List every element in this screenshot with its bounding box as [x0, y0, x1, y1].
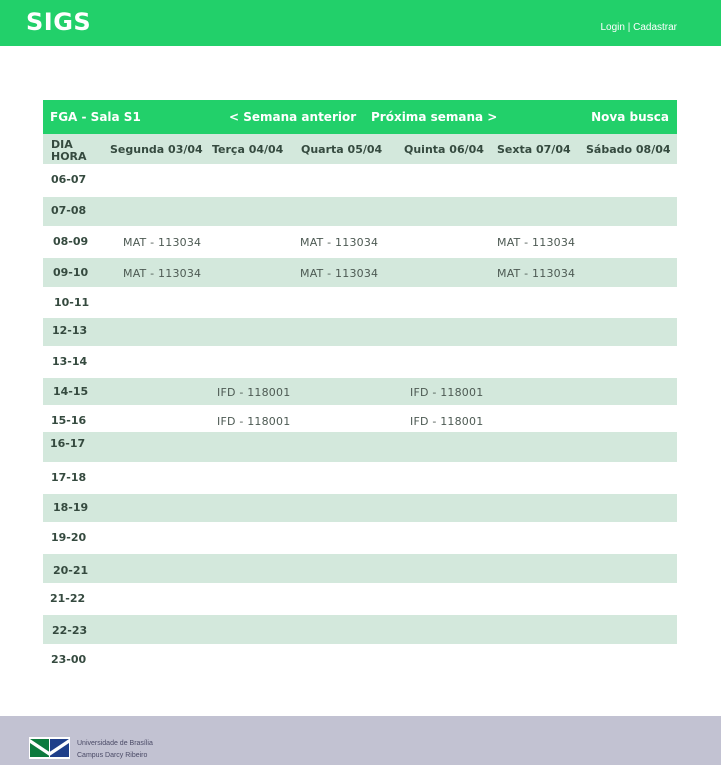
top-bar: SIGS Login | Cadastrar — [0, 0, 721, 46]
schedule-row: 22-23 — [43, 615, 677, 644]
hour-label: 09-10 — [53, 266, 89, 279]
schedule-header: FGA - Sala S1 < Semana anterior Próxima … — [43, 100, 677, 134]
auth-separator: | — [627, 22, 631, 33]
register-link[interactable]: Cadastrar — [633, 22, 677, 33]
hour-label: 19-20 — [51, 531, 87, 544]
hour-label: 18-19 — [53, 501, 89, 514]
class-cell[interactable]: MAT - 113034 — [497, 236, 575, 249]
day-header: Sexta 07/04 — [497, 143, 571, 156]
day-header: Sábado 08/04 — [586, 143, 671, 156]
day-header: Quarta 05/04 — [301, 143, 383, 156]
class-cell[interactable]: MAT - 113034 — [123, 267, 201, 280]
hour-label: 17-18 — [51, 471, 87, 484]
footer: Universidade de Brasília Campus Darcy Ri… — [0, 716, 721, 765]
hour-label: 23-00 — [51, 653, 87, 666]
hour-label: 12-13 — [52, 324, 88, 337]
schedule-row: 12-13 — [43, 318, 677, 346]
schedule-row: 16-17 — [43, 432, 677, 462]
schedule-row: 08-09 MAT - 113034 MAT - 113034 MAT - 11303… — [43, 226, 677, 258]
hour-label: 07-08 — [51, 204, 87, 217]
class-cell[interactable]: MAT - 113034 — [497, 267, 575, 280]
schedule-row: 20-21 — [43, 554, 677, 583]
hour-label: 08-09 — [53, 235, 89, 248]
new-search-link[interactable]: Nova busca — [591, 110, 669, 124]
previous-week-link[interactable]: < Semana anterior — [229, 110, 356, 124]
class-cell[interactable]: IFD - 118001 — [410, 415, 483, 428]
schedule-row: 19-20 — [43, 522, 677, 554]
schedule-row: 13-14 — [43, 346, 677, 378]
hour-label: 06-07 — [51, 173, 87, 186]
campus-line: Campus Darcy Ribeiro — [77, 752, 148, 759]
university-line: Universidade de Brasília — [77, 740, 153, 747]
next-week-link[interactable]: Próxima semana > — [371, 110, 497, 124]
schedule-row: 17-18 — [43, 462, 677, 494]
login-link[interactable]: Login — [600, 22, 624, 33]
schedule-row: 06-07 — [43, 164, 677, 197]
day-header: Terça 04/04 — [212, 143, 284, 156]
schedule-row: 18-19 — [43, 494, 677, 522]
schedule-table: FGA - Sala S1 < Semana anterior Próxima … — [43, 100, 677, 673]
schedule-row: 23-00 — [43, 644, 677, 673]
hour-label: 10-11 — [54, 296, 90, 309]
class-cell[interactable]: MAT - 113034 — [300, 267, 378, 280]
schedule-row: 07-08 — [43, 197, 677, 226]
class-cell[interactable]: MAT - 113034 — [123, 236, 201, 249]
hour-label: 14-15 — [53, 385, 89, 398]
unb-logo-icon — [29, 737, 70, 759]
hour-label: 13-14 — [52, 355, 88, 368]
schedule-body: 06-07 07-08 08-09 MAT - 113034 MAT - 113034 M… — [43, 164, 677, 673]
university-name: Universidade de Brasília Campus Darcy Ri… — [77, 738, 153, 762]
hour-label: 21-22 — [50, 592, 86, 605]
day-header: Quinta 06/04 — [404, 143, 484, 156]
class-cell[interactable]: IFD - 118001 — [217, 386, 290, 399]
room-title: FGA - Sala S1 — [50, 110, 141, 124]
schedule-row: 14-15 IFD - 118001 IFD - 118001 — [43, 378, 677, 405]
app-logo[interactable]: SIGS — [26, 8, 91, 36]
class-cell[interactable]: MAT - 113034 — [300, 236, 378, 249]
day-header: Segunda 03/04 — [110, 143, 203, 156]
hour-label: 22-23 — [52, 624, 88, 637]
hour-label: 16-17 — [50, 437, 86, 450]
schedule-row: 10-11 — [43, 287, 677, 318]
schedule-row: 09-10 MAT - 113034 MAT - 113034 MAT - 11303… — [43, 258, 677, 287]
corner-hour-label: HORA — [51, 150, 87, 163]
hour-label: 15-16 — [51, 414, 87, 427]
hour-label: 20-21 — [53, 564, 89, 577]
auth-links: Login | Cadastrar — [600, 22, 677, 33]
class-cell[interactable]: IFD - 118001 — [410, 386, 483, 399]
column-header-row: DIA HORA Segunda 03/04 Terça 04/04 Quart… — [43, 134, 677, 164]
schedule-row: 15-16 IFD - 118001 IFD - 118001 — [43, 405, 677, 432]
class-cell[interactable]: IFD - 118001 — [217, 415, 290, 428]
schedule-row: 21-22 — [43, 583, 677, 615]
